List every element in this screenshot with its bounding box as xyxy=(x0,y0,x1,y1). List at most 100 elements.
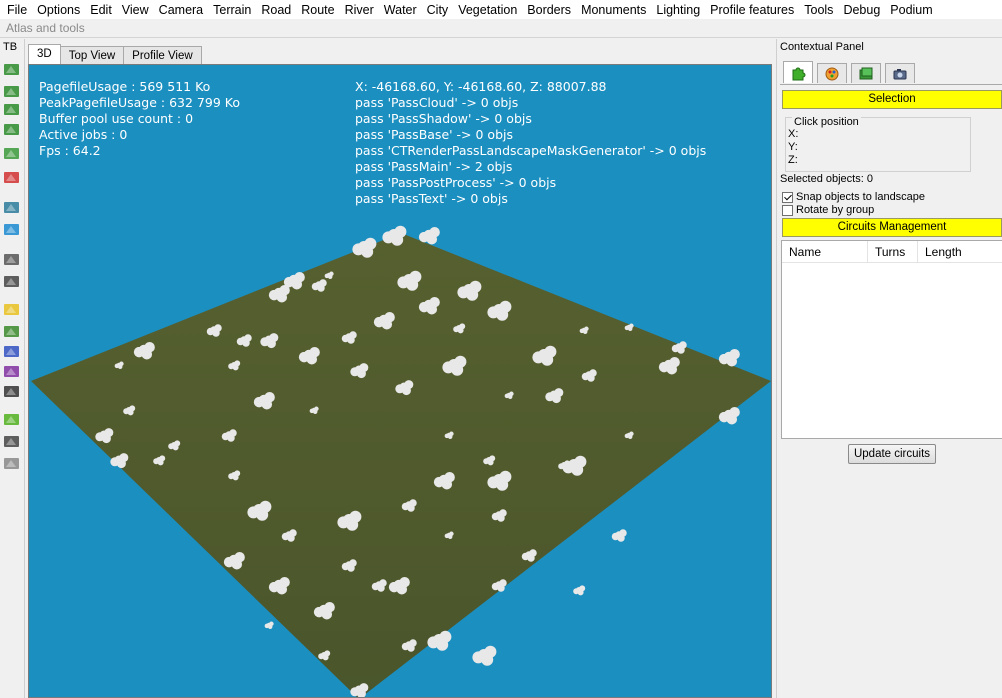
hud-line: pass 'PassCloud' -> 0 objs xyxy=(355,95,519,110)
rotate-checkbox-row[interactable]: Rotate by group xyxy=(782,204,874,216)
lightning-icon xyxy=(4,414,19,425)
terrain-raise-icon xyxy=(4,64,19,75)
circuits-management-button[interactable]: Circuits Management xyxy=(782,218,1002,237)
toolbar-button-route[interactable] xyxy=(3,169,20,186)
tab-profile-view[interactable]: Profile View xyxy=(123,46,202,65)
toolbar-button-tree[interactable] xyxy=(3,323,20,340)
toolbar-button-map[interactable] xyxy=(3,199,20,216)
toolbar-button-buildings[interactable] xyxy=(3,273,20,290)
menu-borders[interactable]: Borders xyxy=(522,1,576,19)
water-globe-icon xyxy=(4,224,19,235)
snap-checkbox-row[interactable]: Snap objects to landscape xyxy=(782,191,925,203)
hud-line: X: -46168.60, Y: -46168.60, Z: 88007.88 xyxy=(355,79,607,94)
tab-camera[interactable] xyxy=(885,63,915,83)
menu-terrain[interactable]: Terrain xyxy=(208,1,256,19)
menu-vegetation[interactable]: Vegetation xyxy=(453,1,522,19)
update-circuits-button[interactable]: Update circuits xyxy=(848,444,936,464)
hud-render-passes: X: -46168.60, Y: -46168.60, Z: 88007.88 p… xyxy=(355,79,706,207)
hud-line: PagefileUsage : 569 511 Ko xyxy=(39,79,211,94)
map-icon xyxy=(4,202,19,213)
puzzle-icon xyxy=(792,67,806,80)
panel-title: Contextual Panel xyxy=(780,41,864,53)
zone-icon xyxy=(4,304,19,315)
palette-icon xyxy=(825,67,839,80)
menu-monuments[interactable]: Monuments xyxy=(576,1,651,19)
click-position-group: Click position X: Y: Z: xyxy=(785,116,971,172)
toolbar-button-house[interactable] xyxy=(3,383,20,400)
atlas-tools-label: Atlas and tools xyxy=(6,21,85,35)
toolbar-button-zone[interactable] xyxy=(3,301,20,318)
menu-podium[interactable]: Podium xyxy=(885,1,937,19)
route-icon xyxy=(4,172,19,183)
toolbar-button-path[interactable] xyxy=(3,363,20,380)
tab-layer[interactable] xyxy=(851,63,881,83)
hud-line: Buffer pool use count : 0 xyxy=(39,111,194,126)
hud-line: pass 'PassText' -> 0 objs xyxy=(355,191,508,206)
hud-line: PeakPagefileUsage : 632 799 Ko xyxy=(39,95,240,110)
menu-road[interactable]: Road xyxy=(256,1,296,19)
toolbar-button-road[interactable] xyxy=(3,145,20,162)
column-length[interactable]: Length xyxy=(918,241,1002,262)
toolbar-button-misc[interactable] xyxy=(3,455,20,472)
hud-line: pass 'PassMain' -> 2 objs xyxy=(355,159,513,174)
menu-city[interactable]: City xyxy=(422,1,454,19)
menu-file[interactable]: File xyxy=(2,1,32,19)
cloud xyxy=(418,226,440,245)
hud-line: pass 'PassShadow' -> 0 objs xyxy=(355,111,532,126)
toolbar-button-city-grid[interactable] xyxy=(3,251,20,268)
menu-profile-features[interactable]: Profile features xyxy=(705,1,799,19)
camera-icon xyxy=(893,68,907,79)
menu-options[interactable]: Options xyxy=(32,1,85,19)
toolbar-button-terrain-smooth[interactable] xyxy=(3,83,20,100)
fence-icon xyxy=(4,436,19,447)
tree-icon xyxy=(4,326,19,337)
cloud xyxy=(264,621,274,630)
column-name[interactable]: Name xyxy=(782,241,868,262)
hud-line: pass 'CTRenderPassLandscapeMaskGenerator… xyxy=(355,143,707,158)
terrain-lower-icon xyxy=(4,104,19,115)
teapot-icon xyxy=(4,346,19,357)
menu-debug[interactable]: Debug xyxy=(838,1,885,19)
click-position-label: Click position xyxy=(792,116,861,128)
city-grid-icon xyxy=(4,254,19,265)
tab-3d[interactable]: 3D xyxy=(28,44,61,65)
tab-palette[interactable] xyxy=(817,63,847,83)
toolbar-button-water-globe[interactable] xyxy=(3,221,20,238)
tab-puzzle[interactable] xyxy=(783,61,813,83)
rotate-label: Rotate by group xyxy=(796,204,875,216)
hud-stats: PagefileUsage : 569 511 Ko PeakPagefileUs… xyxy=(39,79,240,159)
tab-top-view[interactable]: Top View xyxy=(59,46,125,65)
click-y-label: Y: xyxy=(788,141,798,153)
snap-checkbox[interactable] xyxy=(782,191,793,203)
toolbar-button-terrain-lower[interactable] xyxy=(3,101,20,118)
path-icon xyxy=(4,366,19,377)
menu-lighting[interactable]: Lighting xyxy=(651,1,705,19)
click-x-label: X: xyxy=(788,128,799,140)
toolbar-button-lightning[interactable] xyxy=(3,411,20,428)
click-z-label: Z: xyxy=(788,154,798,166)
selected-objects-count: Selected objects: 0 xyxy=(780,173,873,185)
toolbar-button-terrain-flatten[interactable] xyxy=(3,121,20,138)
toolbar-button-teapot[interactable] xyxy=(3,343,20,360)
snap-label: Snap objects to landscape xyxy=(796,191,926,203)
terrain-plane xyxy=(31,233,771,697)
circuits-table[interactable]: Name Turns Length xyxy=(781,240,1002,439)
menu-camera[interactable]: Camera xyxy=(154,1,208,19)
menu-route[interactable]: Route xyxy=(296,1,339,19)
toolbar-button-fence[interactable] xyxy=(3,433,20,450)
terrain-smooth-icon xyxy=(4,86,19,97)
layer-icon xyxy=(859,67,873,79)
hud-line: pass 'PassPostProcess' -> 0 objs xyxy=(355,175,557,190)
column-turns[interactable]: Turns xyxy=(868,241,918,262)
3d-viewport[interactable]: PagefileUsage : 569 511 Ko PeakPagefileUs… xyxy=(28,64,772,698)
tool-bar: TB xyxy=(0,39,25,698)
selection-button[interactable]: Selection xyxy=(782,90,1002,109)
menu-edit[interactable]: Edit xyxy=(85,1,117,19)
menu-view[interactable]: View xyxy=(117,1,154,19)
menu-tools[interactable]: Tools xyxy=(799,1,838,19)
misc-icon xyxy=(4,458,19,469)
menu-water[interactable]: Water xyxy=(379,1,422,19)
toolbar-button-terrain-raise[interactable] xyxy=(3,61,20,78)
menu-river[interactable]: River xyxy=(340,1,379,19)
rotate-checkbox[interactable] xyxy=(782,204,793,216)
